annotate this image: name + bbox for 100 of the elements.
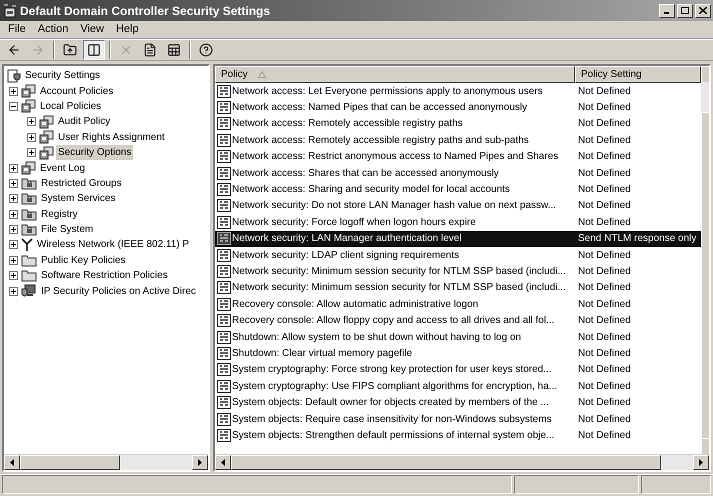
tree-item[interactable]: User Rights Assignment: [56, 130, 167, 145]
tree-item[interactable]: Security Settings: [23, 68, 102, 84]
tree-item[interactable]: Software Restriction Policies: [39, 268, 170, 284]
tree-item[interactable]: File System: [39, 222, 96, 238]
console-tree-button[interactable]: [83, 40, 105, 60]
table-row[interactable]: Network access: Named Pipes that can be accessed anonymously Not Defined: [215, 99, 701, 116]
expander-icon[interactable]: [9, 225, 18, 234]
table-row[interactable]: Network security: LDAP client signing requirements Not Defined: [215, 246, 701, 264]
folder-up-icon: [63, 43, 77, 57]
policy-icon: [217, 232, 231, 246]
scroll-left-button[interactable]: [4, 455, 20, 470]
tree-item[interactable]: IP Security Policies on Active Direc: [39, 284, 198, 299]
table-row[interactable]: Network access: Restrict anonymous access to Named Pipes and Shares Not Defined: [215, 148, 701, 165]
menu-item[interactable]: Action: [32, 21, 74, 38]
expander-icon[interactable]: [9, 102, 18, 111]
table-row[interactable]: Network security: Do not store LAN Manager hash value on next passw... Not Defined: [215, 198, 701, 214]
tree-item[interactable]: Registry: [39, 206, 80, 222]
horizontal-scrollbar[interactable]: [4, 454, 208, 470]
tree-item[interactable]: Audit Policy: [56, 114, 112, 130]
policy-name: Network access: Let Everyone permissions apply to anonymous users: [232, 84, 543, 99]
scroll-right-button[interactable]: [693, 455, 709, 470]
expander-icon[interactable]: [9, 286, 18, 296]
tree-item[interactable]: Restricted Groups: [39, 176, 124, 191]
expander-icon[interactable]: [27, 117, 36, 126]
policy-setting: Not Defined: [577, 183, 631, 198]
menu-item[interactable]: File: [2, 21, 32, 38]
table-row[interactable]: Network access: Remotely accessible registry paths and sub-paths Not Defined: [215, 132, 701, 149]
scroll-left-button[interactable]: [215, 455, 231, 470]
menu-item[interactable]: View: [74, 21, 110, 38]
table-row[interactable]: Network security: Minimum session security for NTLM SSP based (includi... Not Defined: [215, 280, 701, 296]
expander-icon[interactable]: [27, 132, 36, 142]
policy-name: Network security: Do not store LAN Manager hash value on next passw...: [232, 199, 556, 214]
folder-icon: [21, 254, 37, 267]
table-row[interactable]: System cryptography: Force strong key protection for user keys stored... Not Defined: [215, 362, 701, 378]
maximize-button[interactable]: [677, 4, 693, 18]
table-row[interactable]: System objects: Default owner for objects created by members of the ... Not Defined: [215, 394, 701, 411]
scrollbar-thumb[interactable]: [231, 455, 661, 470]
locked-folder-icon: [21, 223, 37, 236]
expander-icon[interactable]: [9, 86, 18, 96]
table-row[interactable]: Network access: Remotely accessible registry paths Not Defined: [215, 116, 701, 132]
expander-icon[interactable]: [9, 210, 18, 219]
locked-folder-icon: [21, 192, 37, 206]
policy-setting: Not Defined: [577, 346, 631, 361]
minimize-button[interactable]: [659, 4, 675, 18]
expander-icon[interactable]: [9, 256, 18, 265]
policy-setting: Not Defined: [577, 380, 631, 394]
policy-name: Network access: Named Pipes that can be accessed anonymously: [232, 101, 528, 116]
table-row[interactable]: System objects: Require case insensitivity for non-Windows subsystems Not Defined: [215, 410, 701, 428]
table-row[interactable]: Network access: Let Everyone permissions apply to anonymous users Not Defined: [215, 83, 701, 100]
right-arrow-icon: [31, 43, 45, 57]
tree-item[interactable]: Public Key Policies: [39, 252, 128, 268]
policy-icon: [217, 380, 231, 393]
scrollbar-thumb[interactable]: [701, 112, 709, 438]
close-button[interactable]: [695, 4, 711, 18]
table-row[interactable]: Network access: Sharing and security model for local accounts Not Defined: [215, 181, 701, 198]
table-row[interactable]: System cryptography: Use FIPS compliant algorithms for encryption, ha... Not Defined: [215, 378, 701, 394]
policy-icon: [217, 314, 231, 328]
policy-setting: Not Defined: [577, 314, 631, 328]
expander-icon[interactable]: [9, 271, 18, 280]
policy-icon: [217, 84, 231, 98]
policy-setting: Not Defined: [577, 216, 631, 230]
table-row[interactable]: Shutdown: Clear virtual memory pagefile Not Defined: [215, 345, 701, 362]
left-triangle-icon: [221, 459, 225, 466]
column-header[interactable]: Policy Setting: [575, 66, 701, 83]
menu-item[interactable]: Help: [110, 21, 145, 38]
scroll-right-button[interactable]: [192, 455, 208, 470]
maximize-icon: [681, 7, 689, 14]
table-row[interactable]: Recovery console: Allow floppy copy and access to all drives and all fol... Not Defined: [215, 312, 701, 329]
tree-item[interactable]: Event Log: [38, 160, 88, 176]
tree-item[interactable]: Security Options: [56, 145, 134, 160]
table-row[interactable]: Network security: Minimum session security for NTLM SSP based (includi... Not Defined: [215, 263, 701, 280]
table-row[interactable]: Network security: Force logoff when logon hours expire Not Defined: [215, 214, 701, 231]
table-row[interactable]: Network access: Shares that can be accessed anonymously Not Defined: [215, 164, 701, 182]
policy-name: Recovery console: Allow floppy copy and access to all drives and all fol...: [232, 314, 554, 328]
tree-item[interactable]: Account Policies: [38, 84, 116, 99]
tree-item[interactable]: Wireless Network (IEEE 802.11) P: [35, 237, 192, 252]
table-row[interactable]: System objects: Strengthen default permissions of internal system obje... Not Defined: [215, 427, 701, 444]
policy-icon: [217, 428, 231, 442]
sort-ascending-icon: [258, 71, 266, 78]
table-row[interactable]: Network security: LAN Manager authentication level Send NTLM response only: [215, 230, 701, 247]
table-row[interactable]: Recovery console: Allow automatic administrative logon Not Defined: [215, 296, 701, 312]
policy-setting: Not Defined: [577, 363, 631, 378]
column-header[interactable]: Policy: [215, 66, 575, 83]
policy-setting: Not Defined: [577, 264, 631, 279]
document-icon: [143, 43, 157, 57]
expander-icon[interactable]: [27, 148, 36, 158]
expander-icon[interactable]: [9, 178, 18, 188]
policy-icon: [217, 150, 231, 164]
expander-icon[interactable]: [9, 240, 18, 250]
tree-item[interactable]: System Services: [39, 191, 118, 206]
expander-icon[interactable]: [9, 164, 18, 173]
scrollbar-thumb[interactable]: [20, 455, 120, 470]
expander-icon[interactable]: [9, 194, 18, 204]
table-row[interactable]: Shutdown: Allow system to be shut down without having to log on Not Defined: [215, 328, 701, 346]
vertical-scrollbar[interactable]: [701, 66, 709, 454]
folder-icon: [21, 269, 37, 282]
policy-setting: Not Defined: [577, 428, 631, 443]
right-triangle-icon: [198, 459, 202, 466]
tree-item[interactable]: Local Policies: [38, 98, 104, 114]
horizontal-scrollbar[interactable]: [215, 454, 709, 470]
